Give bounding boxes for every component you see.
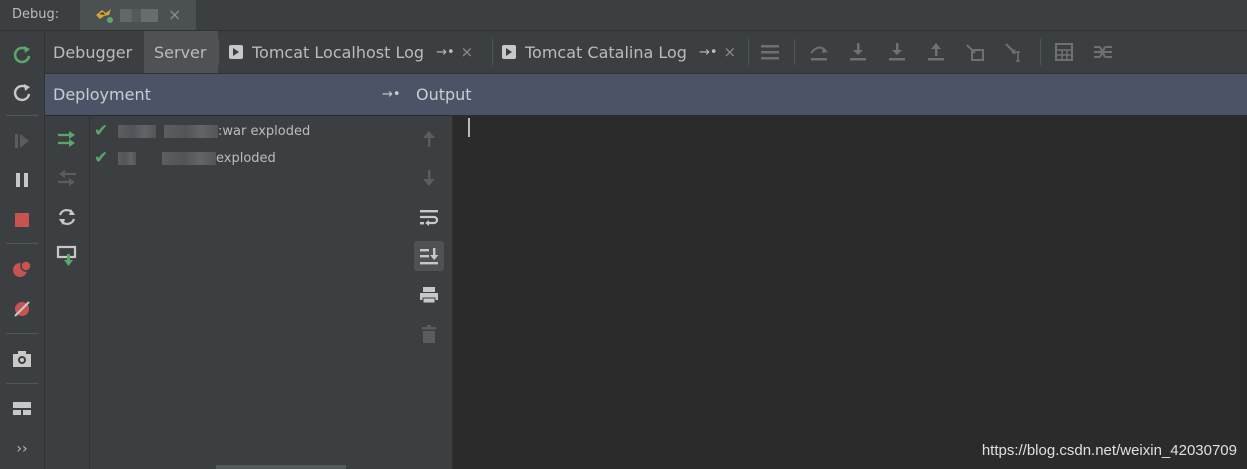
trace-icon[interactable]: [1092, 41, 1114, 63]
console-output[interactable]: [453, 116, 1247, 469]
step-out-icon[interactable]: [925, 41, 947, 63]
close-icon[interactable]: ×: [461, 43, 474, 61]
force-step-into-icon[interactable]: [886, 41, 908, 63]
run-config-name: [120, 9, 158, 22]
tab-debugger[interactable]: Debugger: [45, 31, 143, 73]
output-title: Output: [416, 85, 472, 104]
left-debug-toolbar: ››: [0, 31, 45, 469]
console-icon: [502, 45, 516, 59]
deployment-list: ✔ :war exploded ✔ exploded: [90, 116, 407, 469]
deploy-all-icon[interactable]: [55, 127, 79, 151]
debug-label: Debug:: [12, 7, 60, 22]
mute-breakpoints-icon[interactable]: [10, 297, 34, 321]
clear-all-icon[interactable]: [414, 319, 444, 349]
print-icon[interactable]: [414, 280, 444, 310]
scroll-up-icon[interactable]: [414, 124, 444, 154]
view-breakpoints-icon[interactable]: [10, 257, 34, 281]
output-header: Output: [407, 74, 1247, 115]
console-icon: [229, 45, 243, 59]
tab-tomcat-localhost-log[interactable]: Tomcat Localhost Log →• ×: [219, 31, 493, 73]
tab-label: Server: [154, 42, 207, 62]
resume-icon[interactable]: [10, 129, 34, 153]
soft-wrap-icon[interactable]: [414, 202, 444, 232]
watermark: https://blog.csdn.net/weixin_42030709: [981, 442, 1237, 459]
artifact-name: [118, 124, 156, 138]
deployment-header: Deployment →•: [45, 74, 407, 115]
list-item[interactable]: ✔ exploded: [94, 147, 276, 169]
list-item[interactable]: ✔ :war exploded: [94, 120, 310, 142]
pin-icon[interactable]: →•: [699, 45, 718, 60]
scroll-to-end-icon[interactable]: [414, 241, 444, 271]
run-to-cursor-icon[interactable]: [1003, 41, 1025, 63]
tab-tomcat-catalina-log[interactable]: Tomcat Catalina Log →• ×: [493, 31, 748, 73]
artifact-name: [162, 151, 216, 165]
menu-icon[interactable]: [759, 41, 781, 63]
pin-icon[interactable]: →•: [382, 87, 401, 102]
close-icon[interactable]: ×: [168, 5, 181, 24]
undeploy-icon[interactable]: [55, 166, 79, 190]
scroll-down-icon[interactable]: [414, 163, 444, 193]
horizontal-scrollbar[interactable]: [216, 465, 346, 469]
artifact-name: [164, 124, 218, 138]
evaluate-icon[interactable]: [1053, 41, 1075, 63]
tab-label: Debugger: [53, 42, 133, 62]
check-icon: ✔: [94, 148, 109, 168]
tab-server[interactable]: Server: [144, 31, 218, 73]
close-icon[interactable]: ×: [724, 43, 737, 61]
layout-icon[interactable]: [10, 396, 34, 420]
pin-icon[interactable]: →•: [436, 45, 455, 60]
drop-frame-icon[interactable]: [964, 41, 986, 63]
step-over-icon[interactable]: [808, 41, 830, 63]
tab-label: Tomcat Localhost Log: [252, 42, 425, 62]
artifact-suffix: exploded: [216, 150, 276, 166]
tab-label: Tomcat Catalina Log: [525, 42, 687, 62]
redeploy-icon[interactable]: [55, 205, 79, 229]
pause-icon[interactable]: [10, 168, 34, 192]
text-caret: [468, 118, 470, 137]
deployment-title: Deployment: [53, 85, 151, 104]
debug-bar: Debug: ×: [0, 0, 1247, 31]
output-toolbar: [407, 116, 453, 469]
restart-icon[interactable]: [10, 81, 34, 105]
artifact-suffix: :war exploded: [218, 123, 311, 139]
deployment-actions: [45, 116, 90, 469]
artifact-name: [118, 151, 136, 165]
check-icon: ✔: [94, 121, 109, 141]
rerun-icon[interactable]: [10, 43, 34, 67]
more-icon[interactable]: ››: [10, 437, 34, 461]
run-config-tab[interactable]: ×: [80, 0, 196, 30]
tomcat-icon: [94, 6, 114, 28]
debug-tabbar: Debugger Server Tomcat Localhost Log →• …: [45, 31, 1247, 74]
camera-icon[interactable]: [10, 347, 34, 371]
stop-icon[interactable]: [10, 208, 34, 232]
step-into-icon[interactable]: [847, 41, 869, 63]
deploy-artifact-icon[interactable]: [55, 244, 79, 268]
